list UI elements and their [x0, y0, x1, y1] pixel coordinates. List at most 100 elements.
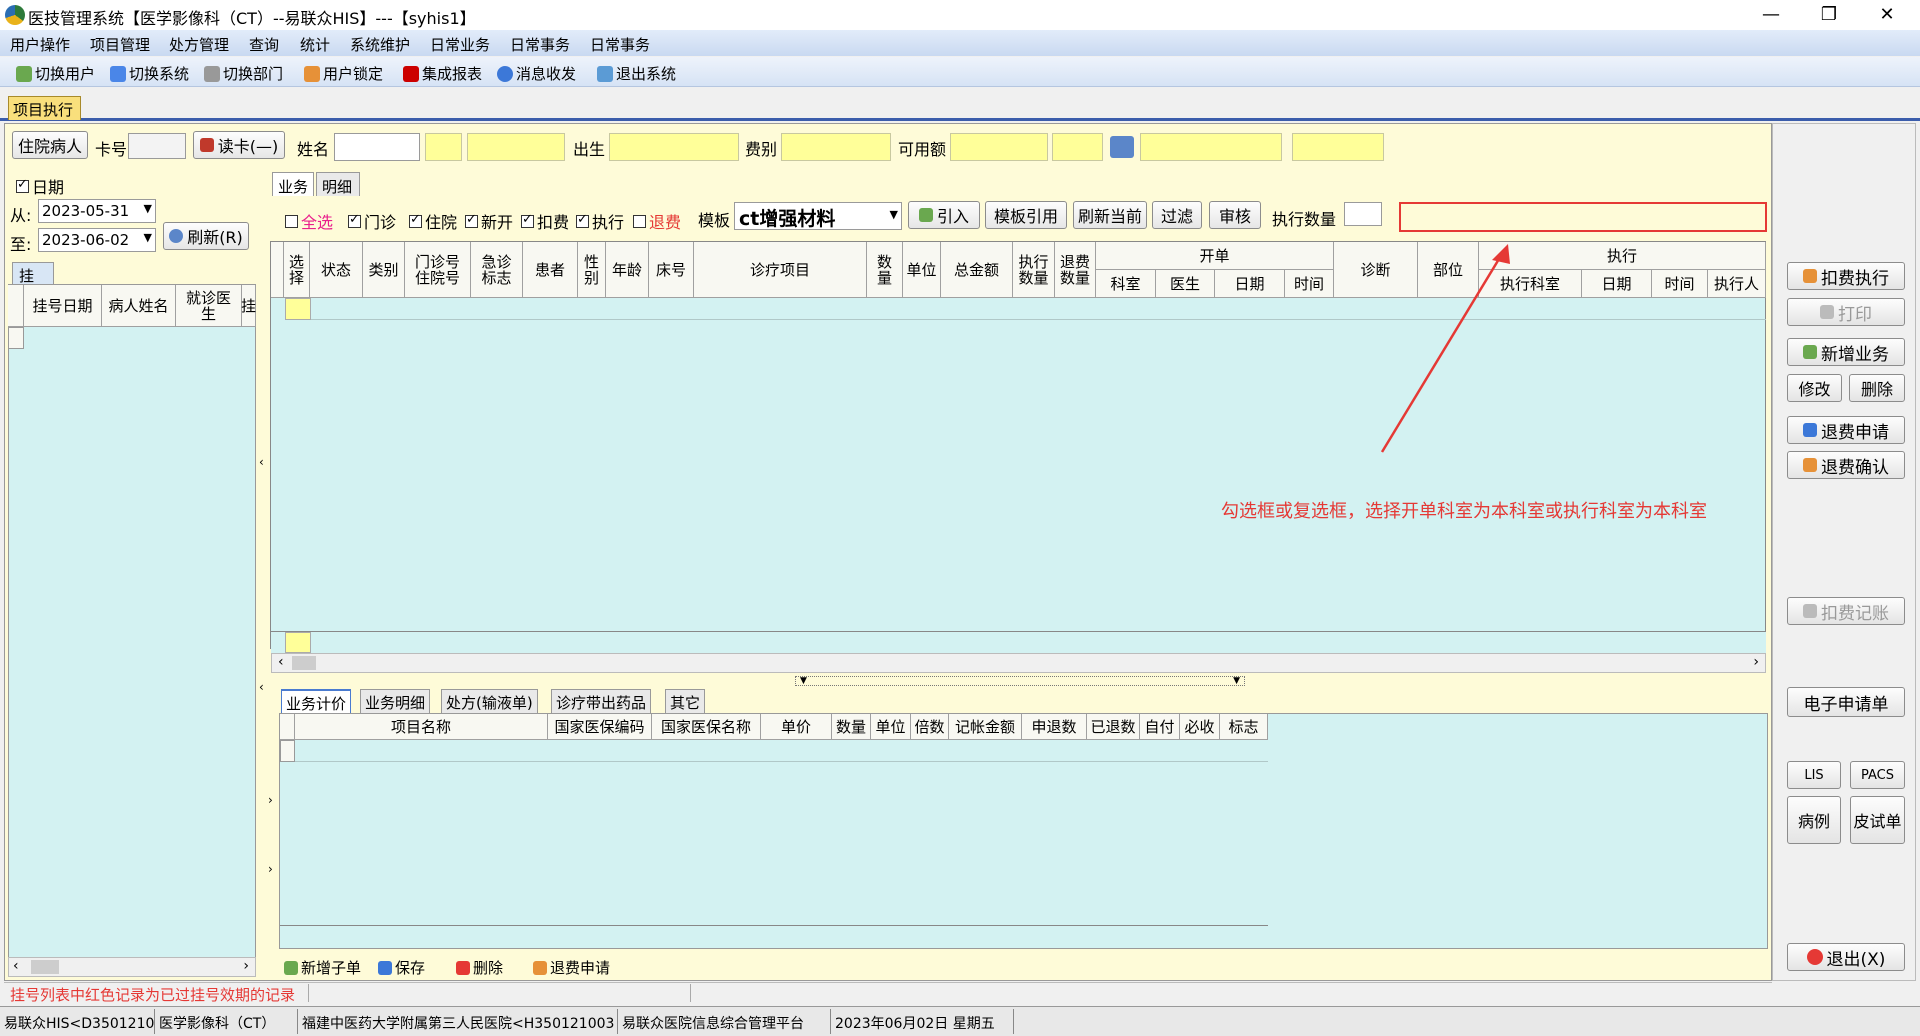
col-bed[interactable]: 床号	[649, 242, 694, 298]
col-order-doctor[interactable]: 医生	[1156, 270, 1215, 298]
refund-confirm-button[interactable]: 退费确认	[1787, 451, 1905, 479]
delete-button[interactable]: 删除	[1849, 374, 1905, 402]
save-button[interactable]: 保存	[378, 957, 425, 978]
menu-system[interactable]: 系统维护	[350, 34, 410, 55]
template-ref-button[interactable]: 模板引用	[985, 201, 1067, 229]
splitter-left-arrow[interactable]: ‹	[259, 455, 264, 469]
col-sub-unit[interactable]: 单位	[871, 714, 911, 740]
tab-treatment-drugs[interactable]: 诊疗带出药品	[551, 689, 652, 713]
col-visit-number[interactable]: 门诊号住院号	[405, 242, 471, 298]
tab-business[interactable]: 业务	[272, 172, 314, 196]
grid-row-1[interactable]	[311, 298, 1766, 320]
minimize-button[interactable]: —	[1748, 2, 1794, 28]
col-exec-qty[interactable]: 执行数量	[1013, 242, 1055, 298]
import-button[interactable]: 引入	[908, 201, 980, 229]
filter-button[interactable]: 过滤	[1152, 201, 1202, 229]
menu-project[interactable]: 项目管理	[90, 34, 150, 55]
col-treatment-item[interactable]: 诊疗项目	[694, 242, 867, 298]
exec-checkbox[interactable]: 执行	[576, 209, 624, 233]
inpatient-button[interactable]: 住院病人	[12, 131, 88, 159]
reg-row-selector[interactable]	[8, 327, 24, 349]
exec-qty-input[interactable]	[1344, 202, 1382, 226]
delete-child-button[interactable]: 删除	[456, 957, 503, 978]
tab-biz-pricing[interactable]: 业务计价	[281, 689, 352, 713]
splitter-right-arrow-2[interactable]: ›	[268, 862, 273, 876]
col-emergency[interactable]: 急诊标志	[471, 242, 523, 298]
col-status[interactable]: 状态	[310, 242, 363, 298]
from-date-input[interactable]: 2023-05-31 ▼	[38, 199, 156, 223]
refresh-button[interactable]: 刷新(R)	[163, 222, 249, 250]
grid-row-select-cell[interactable]	[285, 298, 311, 320]
name-input[interactable]	[334, 133, 420, 161]
charge-exec-button[interactable]: 扣费执行	[1787, 262, 1905, 290]
col-exec-date[interactable]: 日期	[1582, 270, 1652, 298]
outpatient-checkbox[interactable]: 门诊	[348, 209, 396, 233]
lock-user-button[interactable]: 用户锁定	[304, 63, 383, 84]
restore-button[interactable]: ❐	[1806, 2, 1852, 28]
refund-checkbox[interactable]: 退费	[633, 209, 681, 233]
sub-row-1[interactable]	[295, 740, 1268, 762]
col-executor[interactable]: 执行人	[1708, 270, 1766, 298]
read-card-button[interactable]: 读卡(—)	[193, 131, 285, 159]
col-apply-refund[interactable]: 申退数	[1022, 714, 1087, 740]
col-order-dept[interactable]: 科室	[1096, 270, 1156, 298]
col-patient[interactable]: 患者	[523, 242, 578, 298]
close-button[interactable]: ✕	[1864, 2, 1910, 28]
select-all-checkbox[interactable]: 全选	[285, 209, 333, 233]
col-unit[interactable]: 单位	[903, 242, 941, 298]
refund-apply-toolbar-button[interactable]: 退费申请	[533, 957, 610, 978]
col-insurance-name[interactable]: 国家医保名称	[652, 714, 761, 740]
col-multiplier[interactable]: 倍数	[911, 714, 949, 740]
col-insurance-code[interactable]: 国家医保编码	[548, 714, 652, 740]
menu-daily-affairs[interactable]: 日常事务	[510, 34, 570, 55]
col-sub-qty[interactable]: 数量	[832, 714, 871, 740]
case-button[interactable]: 病例	[1787, 796, 1841, 844]
col-account-amount[interactable]: 记帐金额	[949, 714, 1022, 740]
review-button[interactable]: 审核	[1209, 201, 1261, 229]
reports-button[interactable]: 集成报表	[403, 63, 482, 84]
card-input[interactable]	[128, 133, 186, 159]
add-child-button[interactable]: 新增子单	[284, 957, 361, 978]
switch-dept-button[interactable]: 切换部门	[204, 63, 283, 84]
lis-button[interactable]: LIS	[1787, 761, 1841, 789]
menu-user[interactable]: 用户操作	[10, 34, 70, 55]
col-quantity[interactable]: 数量	[867, 242, 903, 298]
tab-prescription[interactable]: 处方(输液单)	[441, 689, 538, 713]
pacs-button[interactable]: PACS	[1850, 761, 1905, 789]
col-refunded[interactable]: 已退数	[1087, 714, 1140, 740]
e-application-button[interactable]: 电子申请单	[1787, 687, 1905, 717]
tab-registration[interactable]: 挂号	[12, 262, 54, 306]
menu-daily-affairs-2[interactable]: 日常事务	[590, 34, 650, 55]
main-h-scrollbar[interactable]: ‹ ›	[271, 653, 1766, 673]
exit-system-button[interactable]: 退出系统	[597, 63, 676, 84]
menu-prescription[interactable]: 处方管理	[169, 34, 229, 55]
col-reg-date[interactable]: 挂号日期	[24, 285, 102, 327]
add-business-button[interactable]: 新增业务	[1787, 338, 1905, 366]
new-checkbox[interactable]: 新开	[465, 209, 513, 233]
tab-project-exec[interactable]: 项目执行	[8, 96, 81, 120]
menu-query[interactable]: 查询	[249, 34, 279, 55]
refresh-current-button[interactable]: 刷新当前	[1073, 201, 1147, 229]
splitter-right-arrow[interactable]: ›	[268, 793, 273, 807]
col-required[interactable]: 必收	[1180, 714, 1220, 740]
split-handle[interactable]: ▼ ▼	[795, 676, 1245, 686]
print-button[interactable]: 打印	[1787, 298, 1905, 326]
col-self-pay[interactable]: 自付	[1140, 714, 1180, 740]
col-exec-time[interactable]: 时间	[1652, 270, 1708, 298]
refund-apply-button[interactable]: 退费申请	[1787, 416, 1905, 444]
splitter-left-arrow-2[interactable]: ‹	[259, 680, 264, 694]
menu-stats[interactable]: 统计	[300, 34, 330, 55]
tab-biz-detail[interactable]: 业务明细	[360, 689, 431, 713]
switch-system-button[interactable]: 切换系统	[110, 63, 189, 84]
col-item-name[interactable]: 项目名称	[295, 714, 548, 740]
col-category[interactable]: 类别	[363, 242, 405, 298]
col-age[interactable]: 年龄	[606, 242, 649, 298]
skin-test-button[interactable]: 皮试单	[1850, 796, 1905, 844]
template-select[interactable]: ct增强材料 ▼	[734, 202, 902, 230]
inpatient-checkbox[interactable]: 住院	[409, 209, 457, 233]
menu-daily-biz[interactable]: 日常业务	[430, 34, 490, 55]
col-order-time[interactable]: 时间	[1285, 270, 1334, 298]
sub-row-selector[interactable]	[280, 740, 295, 762]
col-unit-price[interactable]: 单价	[761, 714, 832, 740]
exit-button[interactable]: 退出(X)	[1787, 943, 1905, 971]
